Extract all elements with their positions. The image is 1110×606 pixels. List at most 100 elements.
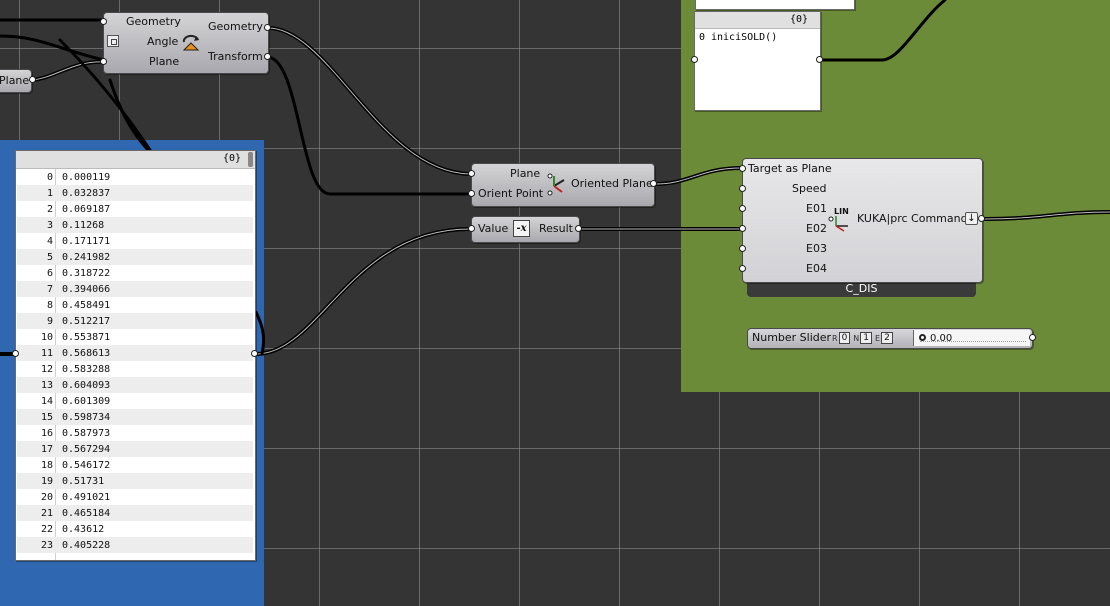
kuka-e03-input-grip[interactable]	[739, 245, 746, 252]
list-item: 7 0.394066	[17, 281, 253, 297]
slider-output-grip[interactable]	[1029, 334, 1036, 341]
orient-plane-component[interactable]: Plane Orient Point Oriented Plane	[471, 163, 655, 207]
list-item-index: 0	[46, 171, 53, 183]
rotate-plane-input-grip[interactable]	[100, 58, 107, 65]
list-panel-path: {0}	[222, 153, 241, 164]
wire-geometry-to-plane	[266, 26, 472, 176]
wire-panel-to-value	[254, 227, 472, 356]
list-panel-rows: 0 0.000119 1 0.032837 2 0.069187 3 0.11268 4 0.17…	[16, 169, 255, 560]
wire-transform-to-orient-point	[266, 55, 472, 196]
list-item-index: 14	[40, 395, 53, 407]
list-item: 2 0.069187	[17, 201, 253, 217]
slider-handle[interactable]	[919, 334, 926, 341]
rotate-component[interactable]: Geometry Angle Plane Geometry Transform	[103, 12, 269, 74]
text-panel-path: {0}	[789, 14, 808, 25]
rotate-transform-output-grip[interactable]	[264, 53, 271, 60]
list-item: 15 0.598734	[17, 409, 253, 425]
kuka-input-e01: E01	[806, 202, 827, 215]
list-item-value: 0.598734	[62, 411, 111, 423]
kuka-speed-input-grip[interactable]	[739, 185, 746, 192]
kuka-e02-input-grip[interactable]	[739, 225, 746, 232]
slider-settings[interactable]: R 0 N 1 E 2	[832, 331, 893, 345]
slider-e-label: E	[875, 333, 881, 343]
orient-plane-input-grip[interactable]	[468, 170, 475, 177]
list-item-value: 0.567294	[62, 443, 111, 455]
list-item-value: 0.601309	[62, 395, 111, 407]
rotate-angle-toggle[interactable]	[107, 35, 119, 47]
orient-input-plane: Plane	[510, 167, 541, 180]
list-item: 22 0.43612	[17, 521, 253, 537]
expression-output-grip[interactable]	[575, 225, 582, 232]
orient-point-input-grip[interactable]	[468, 190, 475, 197]
grasshopper-canvas[interactable]: Plane Geometry Angle Plane Geometry Tran…	[0, 0, 1110, 606]
plane-stub-component[interactable]: Plane	[0, 69, 32, 93]
rotate-output-geometry: Geometry	[208, 20, 263, 33]
slider-e-value: 2	[881, 332, 893, 344]
list-item: 14 0.601309	[17, 393, 253, 409]
kuka-input-e03: E03	[806, 242, 827, 255]
list-panel-output-grip[interactable]	[251, 350, 258, 357]
wire-oriented-plane-to-target	[653, 166, 744, 186]
list-item-index: 11	[40, 347, 53, 359]
text-panel-input-grip[interactable]	[691, 56, 698, 63]
list-item: 1 0.032837	[17, 185, 253, 201]
list-item: 18 0.546172	[17, 457, 253, 473]
list-item-value: 0.032837	[62, 187, 111, 199]
orient-plane-icon	[546, 172, 568, 196]
list-item-value: 0.318722	[62, 267, 111, 279]
list-item: 4 0.171171	[17, 233, 253, 249]
list-item-value: 0.171171	[62, 235, 111, 247]
kuka-output-grip[interactable]	[978, 215, 985, 222]
rotate-input-plane: Plane	[149, 55, 180, 68]
list-item-index: 21	[40, 507, 53, 519]
text-panel-output-grip[interactable]	[816, 56, 823, 63]
list-item-index: 20	[40, 491, 53, 503]
list-item-value: 0.241982	[62, 251, 111, 263]
kuka-target-input-grip[interactable]	[739, 165, 746, 172]
orient-output-grip[interactable]	[650, 180, 657, 187]
plane-stub-output-grip[interactable]	[29, 76, 36, 83]
slider-n-label: N	[853, 333, 860, 343]
list-item: 3 0.11268	[17, 217, 253, 233]
kuka-command-component[interactable]: Target as Plane Speed E01 E02 E03 E04 LI…	[742, 158, 983, 283]
text-panel[interactable]: {0} 0 iniciSOLD()	[694, 11, 821, 111]
kuka-download-icon[interactable]: ↓	[965, 212, 978, 225]
number-slider[interactable]: Number Slider R 0 N 1 E 2 0.00	[747, 328, 1033, 349]
kuka-input-e02: E02	[806, 222, 827, 235]
text-panel-index: 0	[699, 32, 706, 43]
top-panel-stub[interactable]	[695, 0, 855, 10]
expression-input-value: Value	[478, 222, 509, 235]
list-item-index: 16	[40, 427, 53, 439]
list-panel[interactable]: {0} 0 0.000119 1 0.032837 2 0.069187 3 0.11268 4…	[15, 150, 256, 561]
list-item: 9 0.512217	[17, 313, 253, 329]
list-item-index: 12	[40, 363, 53, 375]
expression-input-grip[interactable]	[468, 225, 475, 232]
kuka-input-speed: Speed	[792, 182, 827, 195]
kuka-e01-input-grip[interactable]	[739, 205, 746, 212]
expression-output-result: Result	[539, 222, 573, 235]
kuka-e04-input-grip[interactable]	[739, 265, 746, 272]
list-item: 12 0.583288	[17, 361, 253, 377]
text-panel-header: {0}	[695, 12, 820, 29]
expression-icon-text: -x	[516, 223, 527, 234]
rotate-input-geometry: Geometry	[126, 15, 181, 28]
list-item-index: 2	[46, 203, 53, 215]
rotate-geometry-output-grip[interactable]	[264, 24, 271, 31]
list-item-value: 0.553871	[62, 331, 111, 343]
rotate-geometry-input-grip[interactable]	[100, 18, 107, 25]
list-item-index: 5	[46, 251, 53, 263]
slider-track[interactable]: 0.00	[913, 330, 1030, 346]
list-item-value: 0.458491	[62, 299, 111, 311]
expression-component[interactable]: Value -x Result	[471, 216, 580, 243]
kuka-lin-icon: LIN	[828, 206, 852, 232]
list-item-value: 0.512217	[62, 315, 111, 327]
list-item-value: 0.491021	[62, 491, 111, 503]
wire-kuka-out	[983, 210, 1110, 221]
slider-r-value: 0	[838, 332, 851, 344]
list-item-value: 0.000119	[62, 171, 111, 183]
list-panel-input-grip[interactable]	[12, 350, 19, 357]
list-panel-scrollbar[interactable]	[248, 152, 253, 167]
list-item: 8 0.458491	[17, 297, 253, 313]
list-item: 5 0.241982	[17, 249, 253, 265]
list-item-value: 0.069187	[62, 203, 111, 215]
